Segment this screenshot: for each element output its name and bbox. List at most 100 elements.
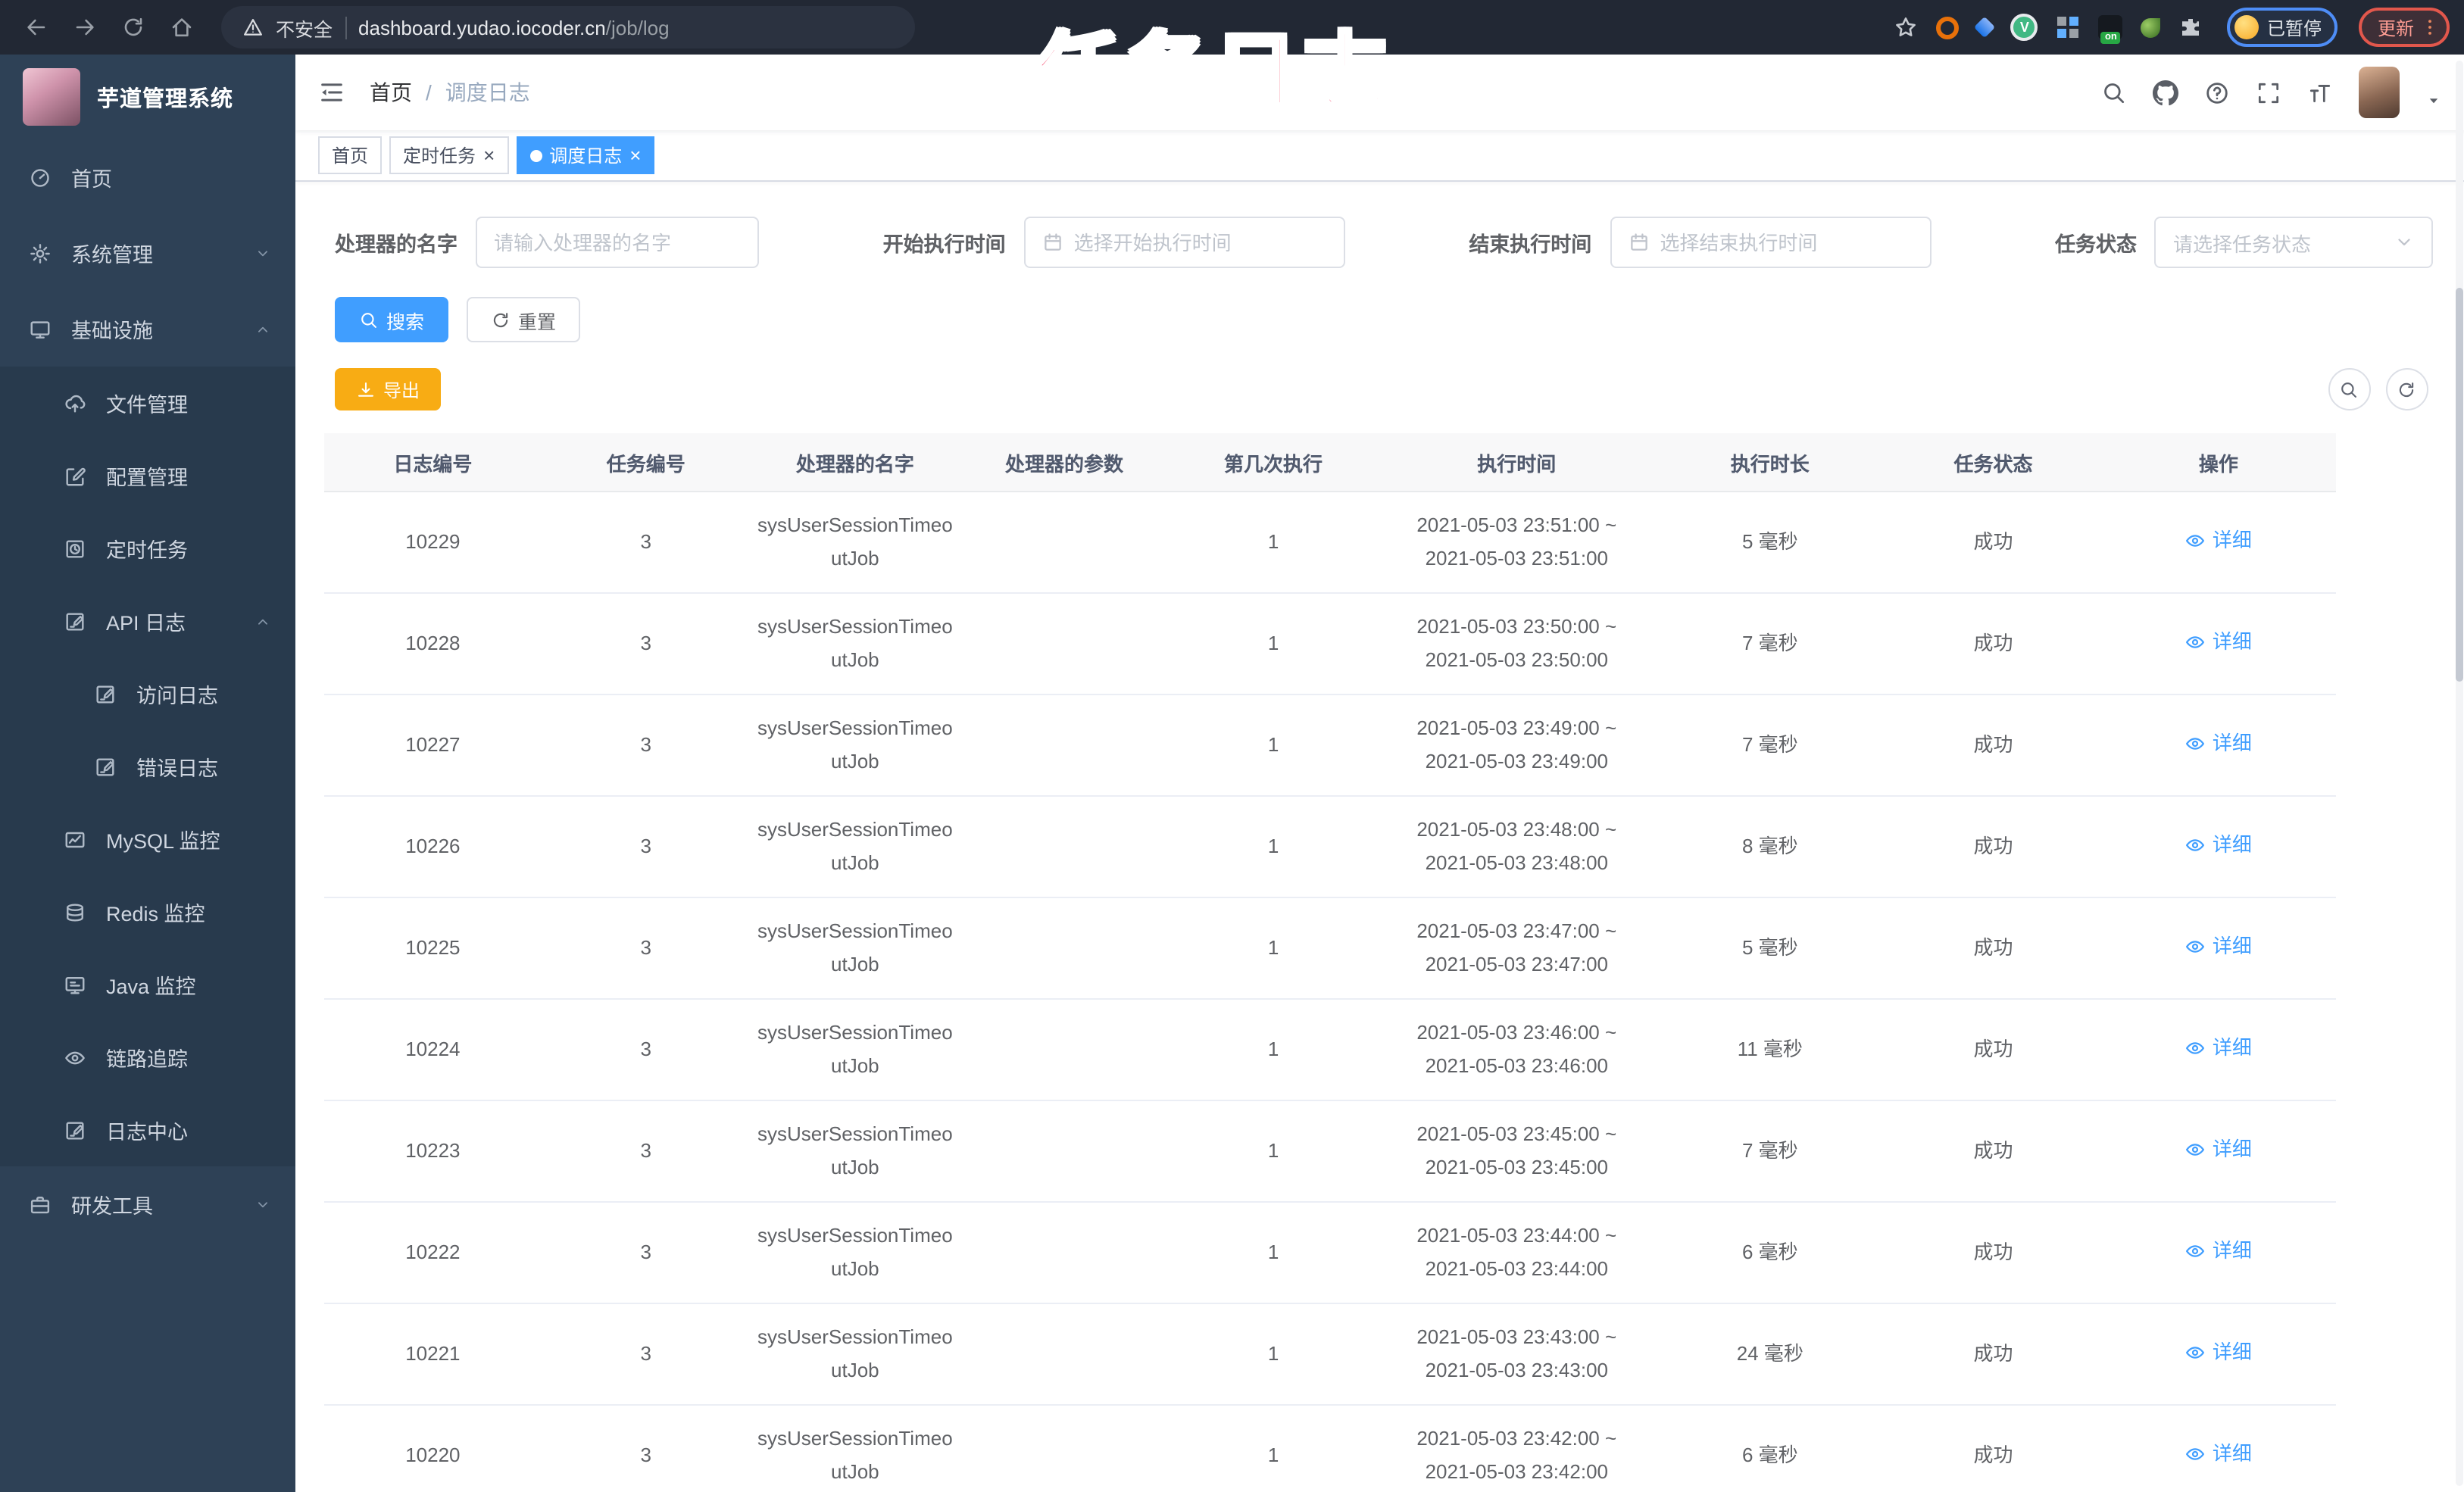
toolbox-icon [29, 1193, 52, 1216]
cell-job-id: 3 [541, 1202, 751, 1304]
browser-menu-dots-icon[interactable] [2419, 17, 2440, 38]
cell-actions: 详细 [2101, 1303, 2335, 1406]
sidebar-item-redis-monitor[interactable]: Redis 监控 [0, 876, 295, 948]
log-icon [64, 1119, 86, 1141]
paused-badge-label: 已暂停 [2266, 17, 2322, 39]
detail-link[interactable]: 详细 [2185, 625, 2252, 658]
task-status-select[interactable]: 请选择任务状态 [2154, 217, 2434, 268]
detail-link[interactable]: 详细 [2185, 1335, 2252, 1369]
detail-link[interactable]: 详细 [2185, 1437, 2252, 1470]
cell-execute-index: 1 [1169, 1405, 1379, 1492]
help-icon[interactable] [2203, 80, 2229, 105]
detail-link[interactable]: 详细 [2185, 1234, 2252, 1267]
search-icon[interactable] [2100, 80, 2126, 105]
close-icon[interactable]: × [483, 145, 495, 165]
cell-status: 成功 [1885, 593, 2102, 695]
start-time-input[interactable] [1073, 231, 1327, 254]
eye-icon [2185, 1037, 2206, 1058]
cell-status: 成功 [1885, 694, 2102, 797]
green-leaf-extension-icon[interactable] [2141, 17, 2161, 37]
cell-execute-index: 1 [1169, 492, 1379, 594]
cell-param [959, 694, 1169, 797]
blue-gem-extension-icon[interactable] [1974, 16, 1997, 39]
scrollbar-thumb[interactable] [2455, 288, 2462, 682]
security-warning-icon[interactable] [242, 17, 264, 38]
breadcrumb-home[interactable]: 首页 [370, 77, 412, 108]
sidebar-item-label: 基础设施 [71, 320, 153, 342]
browser-back-icon[interactable] [24, 15, 48, 39]
search-button[interactable]: 搜索 [335, 297, 449, 342]
column-header: 执行时间 [1378, 433, 1656, 492]
switch-on-extension-icon[interactable]: on [2098, 15, 2123, 44]
sidebar-item-file-management[interactable]: 文件管理 [0, 367, 295, 439]
sidebar-item-infrastructure[interactable]: 基础设施 [0, 291, 295, 367]
bookmark-star-icon[interactable] [1894, 15, 1919, 39]
filter-handler-name: 处理器的名字 [335, 217, 759, 268]
cell-log-id: 10220 [324, 1405, 542, 1492]
url-text[interactable]: dashboard.yudao.iocoder.cn/job/log [358, 16, 670, 39]
browser-home-icon[interactable] [170, 15, 194, 39]
orange-extension-icon[interactable] [1936, 16, 1960, 39]
cell-handler: sysUserSessionTimeoutJob [750, 593, 960, 695]
sidebar-item-error-log[interactable]: 错误日志 [0, 730, 295, 803]
puzzle-extensions-icon[interactable] [2179, 15, 2203, 39]
sidebar-item-config-management[interactable]: 配置管理 [0, 439, 295, 512]
font-size-icon[interactable] [2306, 80, 2332, 105]
refresh-table-button[interactable] [2385, 368, 2428, 410]
detail-link[interactable]: 详细 [2185, 523, 2252, 557]
end-time-input[interactable] [1660, 231, 1913, 254]
sidebar-item-api-log[interactable]: API 日志 [0, 585, 295, 657]
export-button[interactable]: 导出 [335, 368, 442, 410]
sidebar-collapse-icon[interactable] [318, 79, 345, 106]
sidebar-item-home[interactable]: 首页 [0, 139, 295, 215]
tab-schedule-log[interactable]: 调度日志 × [516, 136, 655, 174]
app-logo-row[interactable]: 芋道管理系统 [0, 55, 295, 139]
handler-name-input[interactable] [494, 231, 741, 254]
sidebar-item-trace[interactable]: 链路追踪 [0, 1021, 295, 1094]
cell-execute-index: 1 [1169, 999, 1379, 1101]
filter-label: 开始执行时间 [882, 233, 1006, 256]
reset-button[interactable]: 重置 [467, 297, 581, 342]
search-icon [359, 310, 379, 329]
sidebar-item-java-monitor[interactable]: Java 监控 [0, 948, 295, 1021]
sidebar-item-access-log[interactable]: 访问日志 [0, 657, 295, 730]
cell-execute-index: 1 [1169, 593, 1379, 695]
sidebar-item-system[interactable]: 系统管理 [0, 215, 295, 291]
column-header: 任务编号 [541, 433, 751, 492]
close-icon[interactable]: × [629, 145, 641, 165]
tab-home[interactable]: 首页 [318, 136, 383, 174]
page-scrollbar[interactable] [2455, 61, 2462, 1486]
user-avatar[interactable] [2358, 67, 2399, 118]
fullscreen-icon[interactable] [2255, 80, 2281, 105]
cell-job-id: 3 [541, 1100, 751, 1203]
toggle-search-button[interactable] [2328, 368, 2370, 410]
tab-scheduled-tasks[interactable]: 定时任务 × [389, 136, 509, 174]
url-domain: dashboard.yudao.iocoder.cn [358, 16, 606, 39]
cell-param [959, 1202, 1169, 1304]
detail-link[interactable]: 详细 [2185, 726, 2252, 760]
browser-update-button[interactable]: 更新 [2359, 8, 2449, 47]
paused-extension-badge[interactable]: 已暂停 [2227, 8, 2338, 47]
sidebar-item-mysql-monitor[interactable]: MySQL 监控 [0, 803, 295, 876]
sidebar-item-dev-tools[interactable]: 研发工具 [0, 1166, 295, 1242]
cell-log-id: 10229 [324, 492, 542, 594]
browser-reload-icon[interactable] [121, 15, 145, 39]
vue-devtools-icon[interactable]: V [2010, 14, 2038, 41]
cell-status: 成功 [1885, 897, 2102, 1000]
detail-link[interactable]: 详细 [2185, 1132, 2252, 1166]
caret-down-icon[interactable] [2425, 92, 2441, 108]
cell-log-id: 10223 [324, 1100, 542, 1203]
detail-link[interactable]: 详细 [2185, 828, 2252, 861]
sidebar-item-log-center[interactable]: 日志中心 [0, 1094, 295, 1166]
browser-forward-icon[interactable] [73, 15, 97, 39]
table-row: 10229 3 sysUserSessionTimeoutJob 1 2021-05-0… [324, 492, 2335, 594]
github-icon[interactable] [2152, 80, 2178, 105]
cell-handler: sysUserSessionTimeoutJob [750, 796, 960, 898]
address-bar[interactable]: 不安全 dashboard.yudao.iocoder.cn/job/log [221, 6, 915, 48]
cell-param [959, 492, 1169, 594]
security-label[interactable]: 不安全 [276, 13, 333, 42]
sidebar-item-scheduled-tasks[interactable]: 定时任务 [0, 512, 295, 585]
grid-extension-icon[interactable] [2056, 15, 2081, 39]
detail-link[interactable]: 详细 [2185, 929, 2252, 963]
detail-link[interactable]: 详细 [2185, 1031, 2252, 1064]
